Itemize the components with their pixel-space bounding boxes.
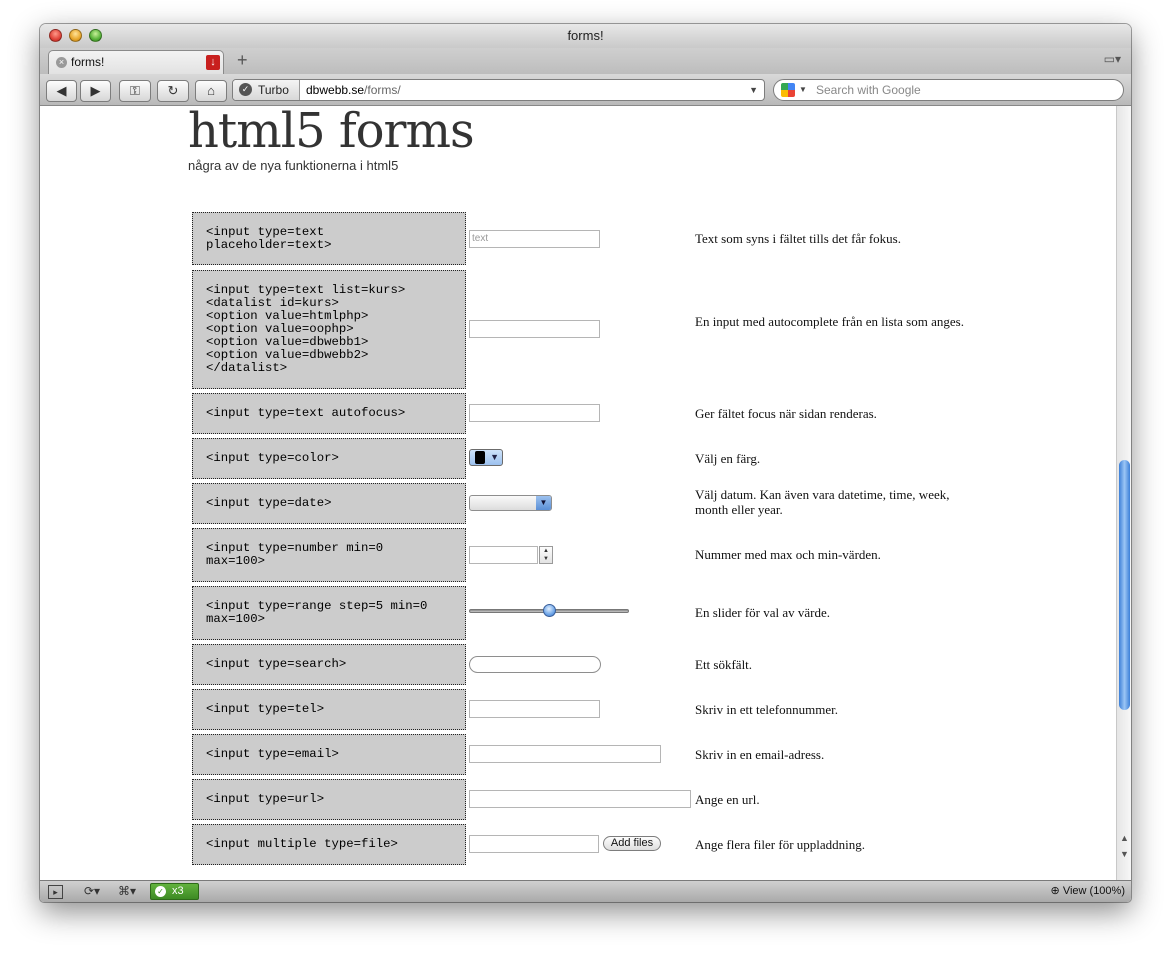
chevron-down-icon: ▼ — [490, 452, 499, 462]
code-example: <input type=text placeholder=text> — [192, 212, 466, 265]
number-field[interactable] — [469, 546, 538, 564]
zoom-icon: ⊕ — [1050, 885, 1063, 897]
row-description: En input med autocomplete från en lista … — [695, 314, 964, 329]
panel-toggle-icon[interactable]: ▸ — [48, 885, 63, 899]
tel-input[interactable] — [469, 700, 600, 718]
turbo-icon: ✓ — [239, 83, 252, 96]
scroll-up-icon[interactable]: ▲ — [1120, 833, 1129, 843]
file-input: Add files — [469, 835, 664, 853]
row-description: Ange flera filer för uppladdning. — [695, 837, 866, 852]
datalist-input[interactable] — [469, 320, 600, 338]
step-down-icon[interactable]: ▼ — [540, 555, 552, 563]
code-example: <input type=text list=kurs> <datalist id… — [192, 270, 466, 389]
code-example: <input type=range step=5 min=0 max=100> — [192, 586, 466, 640]
search-placeholder: Search with Google — [816, 83, 921, 97]
page-content: html5 forms några av de nya funktionerna… — [40, 106, 1116, 882]
zoom-label: View (100%) — [1062, 885, 1125, 897]
code-example: <input type=email> — [192, 734, 466, 775]
close-window-button[interactable] — [49, 29, 62, 42]
key-icon[interactable]: ⚿ — [119, 80, 151, 102]
url-text[interactable]: dbwebb.se/forms/ — [306, 80, 401, 100]
file-field[interactable] — [469, 835, 599, 853]
row-description: Välj datum. Kan även vara datetime, time… — [695, 487, 950, 517]
text-placeholder-input[interactable]: text — [469, 230, 600, 248]
row-description: Skriv in en email-adress. — [695, 747, 825, 762]
code-example: <input type=search> — [192, 644, 466, 685]
scrollbar-thumb[interactable] — [1119, 460, 1130, 710]
reload-button[interactable]: ↻ — [157, 80, 189, 102]
browser-window: forms! × forms! ↓ + ▭▾ ◀ ▶ ⚿ ↻ ⌂ ✓ Turbo… — [40, 24, 1131, 902]
unite-button[interactable]: ✓ x3 — [150, 883, 199, 900]
unite-count: x3 — [172, 885, 184, 897]
code-example: <input type=text autofocus> — [192, 393, 466, 434]
back-button[interactable]: ◀ — [46, 80, 77, 102]
turbo-label: Turbo — [258, 83, 289, 97]
page-subtitle: några av de nya funktionerna i html5 — [188, 158, 399, 173]
tab-forms[interactable]: × forms! ↓ — [48, 50, 224, 74]
search-field[interactable]: ▼ Search with Google — [773, 79, 1124, 101]
opera-logo-icon: ↓ — [206, 55, 220, 70]
url-input[interactable] — [469, 790, 691, 808]
row-description: Ett sökfält. — [695, 657, 753, 672]
sync-icon[interactable]: ⟳▾ — [84, 884, 100, 898]
status-bar: ▸ ⟳▾ ⌘▾ ✓ x3 ⊕ View (100%) — [40, 880, 1131, 902]
step-up-icon[interactable]: ▲ — [540, 547, 552, 555]
home-button[interactable]: ⌂ — [195, 80, 227, 102]
range-slider[interactable] — [469, 604, 629, 618]
autofocus-input[interactable] — [469, 404, 600, 422]
navigation-toolbar: ◀ ▶ ⚿ ↻ ⌂ ✓ Turbo dbwebb.se/forms/ ▼ ▼ S… — [40, 74, 1131, 106]
color-picker[interactable]: ▼ — [469, 449, 503, 466]
row-description: Ger fältet focus när sidan renderas. — [695, 406, 877, 421]
page-title: html5 forms — [188, 106, 475, 159]
address-bar[interactable]: ✓ Turbo dbwebb.se/forms/ ▼ — [232, 79, 765, 101]
turbo-button[interactable]: ✓ Turbo — [233, 80, 300, 100]
url-path: /forms/ — [364, 83, 401, 97]
color-swatch — [475, 451, 485, 464]
chevron-down-icon: ▼ — [536, 496, 551, 510]
zoom-control[interactable]: ⊕ View (100%) — [1051, 884, 1125, 897]
minimize-window-button[interactable] — [69, 29, 82, 42]
new-tab-button[interactable]: + — [237, 50, 248, 71]
forward-button[interactable]: ▶ — [80, 80, 111, 102]
tab-menu-icon[interactable]: ▭▾ — [1104, 52, 1121, 66]
search-engine-dropdown-icon[interactable]: ▼ — [799, 80, 807, 100]
code-example: <input type=tel> — [192, 689, 466, 730]
url-host: dbwebb.se — [306, 83, 365, 97]
unite-icon: ✓ — [155, 886, 166, 897]
row-description: Text som syns i fältet tills det får fok… — [695, 231, 901, 246]
date-picker[interactable]: ▼ — [469, 495, 552, 511]
add-files-button[interactable]: Add files — [603, 836, 661, 851]
vertical-scrollbar[interactable]: ▲ ▼ — [1116, 106, 1131, 882]
tab-close-icon[interactable]: × — [56, 57, 67, 68]
zoom-window-button[interactable] — [89, 29, 102, 42]
code-example: <input type=url> — [192, 779, 466, 820]
search-input[interactable] — [469, 656, 601, 673]
email-input[interactable] — [469, 745, 661, 763]
title-bar: forms! — [40, 24, 1131, 48]
row-description: Nummer med max och min-värden. — [695, 547, 881, 562]
scroll-down-icon[interactable]: ▼ — [1120, 849, 1129, 859]
tab-title: forms! — [71, 55, 105, 69]
slider-thumb[interactable] — [542, 604, 556, 617]
code-example: <input multiple type=file> — [192, 824, 466, 865]
row-description: Välj en färg. — [695, 451, 761, 466]
code-example: <input type=number min=0 max=100> — [192, 528, 466, 582]
row-description: En slider för val av värde. — [695, 605, 831, 620]
row-description: Ange en url. — [695, 792, 760, 807]
window-title: forms! — [567, 28, 604, 43]
row-description: Skriv in ett telefonnummer. — [695, 702, 838, 717]
tab-bar: × forms! ↓ + ▭▾ — [40, 48, 1131, 74]
address-dropdown-icon[interactable]: ▼ — [749, 80, 758, 100]
share-icon[interactable]: ⌘▾ — [118, 884, 136, 898]
number-input: ▲ ▼ — [469, 546, 554, 564]
number-stepper[interactable]: ▲ ▼ — [539, 546, 553, 564]
code-example: <input type=date> — [192, 483, 466, 524]
code-example: <input type=color> — [192, 438, 466, 479]
google-icon[interactable] — [781, 83, 795, 97]
